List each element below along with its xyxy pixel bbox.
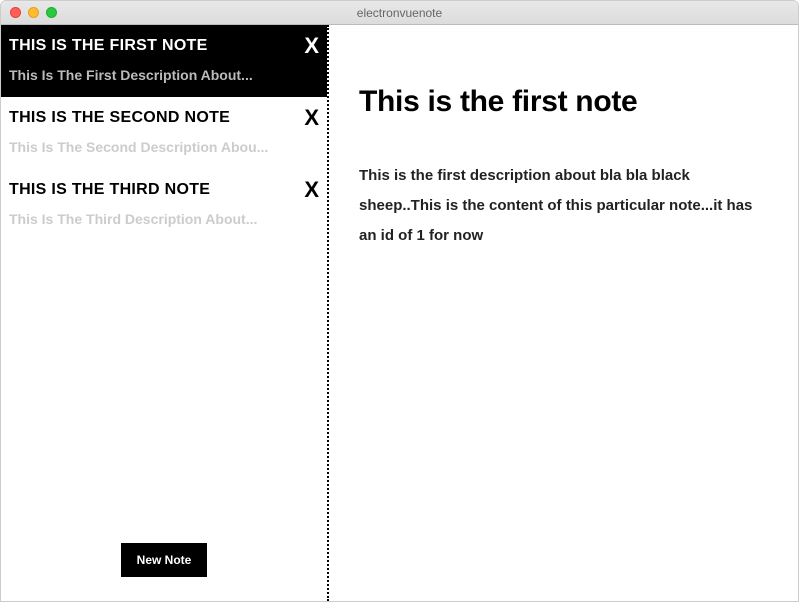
notes-list: THIS IS THE FIRST NOTE This Is The First… [1, 25, 327, 527]
new-note-button[interactable]: New Note [121, 543, 208, 577]
note-item[interactable]: THIS IS THE THIRD NOTE This Is The Third… [1, 169, 327, 241]
sidebar: THIS IS THE FIRST NOTE This Is The First… [1, 25, 329, 601]
close-icon: X [304, 177, 319, 202]
note-item-title: THIS IS THE FIRST NOTE [9, 37, 317, 55]
window-close-button[interactable] [10, 7, 21, 18]
close-icon: X [304, 33, 319, 58]
note-item[interactable]: THIS IS THE SECOND NOTE This Is The Seco… [1, 97, 327, 169]
note-content-title: This is the first note [359, 85, 768, 119]
note-content-body: This is the first description about bla … [359, 161, 768, 251]
window-maximize-button[interactable] [46, 7, 57, 18]
note-item-description: This Is The Third Description About... [9, 211, 317, 227]
note-item-title: THIS IS THE THIRD NOTE [9, 181, 317, 199]
window-minimize-button[interactable] [28, 7, 39, 18]
note-item[interactable]: THIS IS THE FIRST NOTE This Is The First… [1, 25, 327, 97]
app-container: THIS IS THE FIRST NOTE This Is The First… [1, 25, 798, 601]
traffic-lights [1, 7, 57, 18]
note-item-description: This Is The Second Description Abou... [9, 139, 317, 155]
window-titlebar: electronvuenote [1, 1, 798, 25]
note-item-title: THIS IS THE SECOND NOTE [9, 109, 317, 127]
delete-note-button[interactable]: X [304, 35, 319, 57]
new-note-container: New Note [1, 527, 327, 601]
close-icon: X [304, 105, 319, 130]
delete-note-button[interactable]: X [304, 107, 319, 129]
window-title: electronvuenote [1, 6, 798, 20]
delete-note-button[interactable]: X [304, 179, 319, 201]
note-item-description: This Is The First Description About... [9, 67, 317, 83]
note-content-panel: This is the first note This is the first… [329, 25, 798, 601]
